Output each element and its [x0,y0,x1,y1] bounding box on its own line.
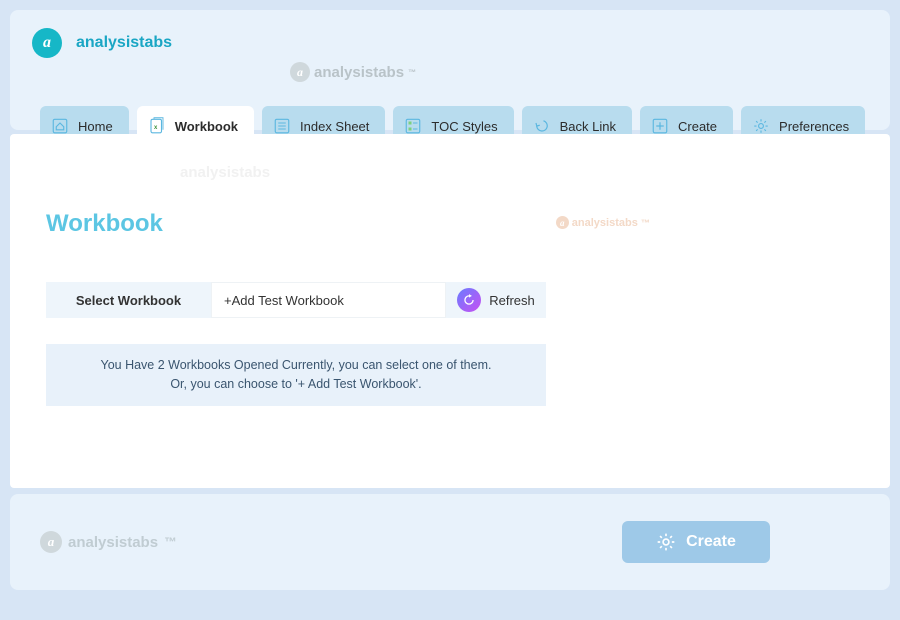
create-gear-icon [656,532,676,552]
select-workbook-dropdown[interactable]: +Add Test Workbook [211,282,446,318]
info-message: You Have 2 Workbooks Opened Currently, y… [46,344,546,406]
gear-icon [751,116,771,136]
svg-text:x: x [154,125,158,131]
select-workbook-value: +Add Test Workbook [224,293,344,308]
watermark-badge-icon: a [290,62,310,82]
tab-label: Create [678,119,717,134]
home-icon [50,116,70,136]
header-card: a analysistabs a analysistabs™ Home x Wo… [10,10,890,130]
select-workbook-row: Select Workbook +Add Test Workbook Refre… [46,282,546,318]
info-line-2: Or, you can choose to '+ Add Test Workbo… [58,375,534,394]
toc-styles-icon [403,116,423,136]
watermark-side: a analysistabs™ [556,216,650,229]
watermark-side-icon: a [556,216,569,229]
create-icon [650,116,670,136]
watermark-top: a analysistabs™ [290,62,416,82]
brand-logo-icon: a [32,28,62,58]
tab-label: Workbook [175,119,238,134]
tab-label: Preferences [779,119,849,134]
select-workbook-label: Select Workbook [46,282,211,318]
refresh-label: Refresh [489,293,535,308]
watermark-footer: a analysistabs™ [40,531,177,553]
tab-label: TOC Styles [431,119,497,134]
refresh-button[interactable]: Refresh [446,282,546,318]
info-line-1: You Have 2 Workbooks Opened Currently, y… [58,356,534,375]
watermark-content: analysistabs [180,164,270,181]
tab-label: Home [78,119,113,134]
workbook-icon: x [147,116,167,136]
content-panel: analysistabs Workbook a analysistabs™ Se… [10,134,890,488]
create-button-label: Create [686,533,736,551]
refresh-icon [457,288,481,312]
page-title: Workbook [46,210,854,238]
create-button[interactable]: Create [622,521,770,563]
index-sheet-icon [272,116,292,136]
back-link-icon [532,116,552,136]
tab-label: Index Sheet [300,119,369,134]
watermark-text: analysistabs [314,64,404,81]
tab-label: Back Link [560,119,616,134]
brand-name: analysistabs [76,34,172,52]
footer-bar: a analysistabs™ Create [10,494,890,590]
app-shell: a analysistabs a analysistabs™ Home x Wo… [0,0,900,620]
brand-row: a analysistabs [32,28,868,58]
watermark-footer-icon: a [40,531,62,553]
